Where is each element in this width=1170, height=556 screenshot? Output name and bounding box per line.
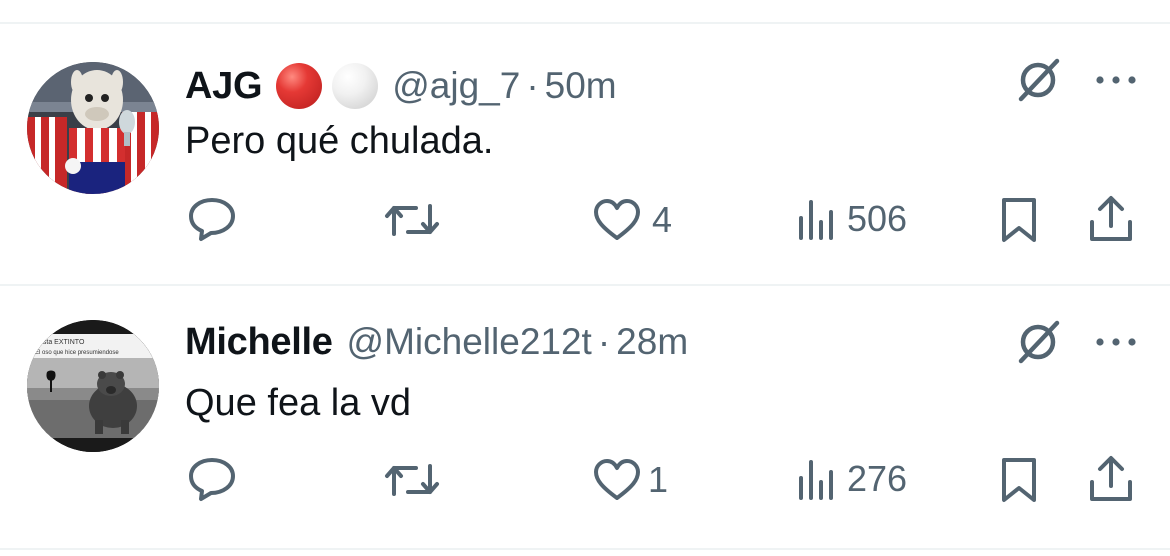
more-icon[interactable] — [1094, 70, 1138, 90]
timestamp[interactable]: 50m — [545, 65, 617, 107]
like-button[interactable]: 4 — [592, 198, 672, 242]
tweet[interactable]: AJG @ajg_7 · 50m Pero qué chulada. 4 506 — [0, 24, 1170, 286]
bookmark-icon — [1002, 458, 1036, 502]
share-icon — [1090, 196, 1132, 241]
grok-icon[interactable] — [1012, 316, 1064, 368]
like-count: 4 — [652, 199, 673, 240]
like-icon — [594, 459, 640, 500]
white-circle-emoji-icon — [332, 63, 379, 109]
views-icon — [799, 460, 833, 500]
view-count: 276 — [847, 458, 908, 499]
timestamp[interactable]: 28m — [616, 321, 688, 363]
display-name[interactable]: AJG — [185, 65, 263, 108]
reply-icon — [189, 458, 235, 501]
retweet-button[interactable] — [384, 458, 450, 502]
like-icon — [594, 199, 640, 240]
retweet-icon — [385, 464, 439, 496]
share-button[interactable] — [1088, 194, 1134, 244]
user-handle[interactable]: @ajg_7 — [392, 65, 520, 107]
share-icon — [1090, 456, 1132, 501]
tweet-header: Michelle @Michelle212t · 28m — [185, 320, 688, 364]
red-circle-emoji-icon — [276, 63, 323, 109]
display-name[interactable]: Michelle — [185, 321, 333, 364]
tweet-header: AJG @ajg_7 · 50m — [185, 63, 617, 109]
views-icon — [799, 200, 833, 240]
avatar[interactable] — [27, 62, 159, 194]
tweet-text: Pero qué chulada. — [185, 120, 494, 162]
bookmark-button[interactable] — [999, 456, 1039, 504]
reply-button[interactable] — [187, 456, 247, 502]
avatar-image: esta EXTINTO El oso que hice presumiendo… — [27, 320, 159, 452]
like-button[interactable]: 1 — [592, 458, 668, 502]
view-count: 506 — [847, 198, 908, 239]
tweet-feed: AJG @ajg_7 · 50m Pero qué chulada. 4 506… — [0, 0, 1170, 556]
more-icon[interactable] — [1094, 332, 1138, 352]
bookmark-icon — [1002, 198, 1036, 242]
retweet-button[interactable] — [384, 198, 450, 242]
share-button[interactable] — [1088, 454, 1134, 504]
bookmark-button[interactable] — [999, 196, 1039, 244]
reply-icon — [189, 198, 235, 241]
divider — [0, 548, 1170, 550]
reply-button[interactable] — [187, 196, 247, 242]
grok-icon[interactable] — [1012, 54, 1064, 106]
user-handle[interactable]: @Michelle212t — [347, 321, 592, 363]
like-count: 1 — [648, 459, 669, 500]
separator-dot: · — [597, 321, 611, 362]
avatar-image — [27, 62, 159, 194]
tweet-text: Que fea la vd — [185, 382, 412, 424]
tweet[interactable]: esta EXTINTO El oso que hice presumiendo… — [0, 286, 1170, 548]
retweet-icon — [385, 204, 439, 236]
separator-dot: · — [526, 65, 539, 106]
avatar[interactable]: esta EXTINTO El oso que hice presumiendo… — [27, 320, 159, 452]
views-button[interactable]: 506 — [797, 196, 907, 242]
avatar-caption-line2: El oso que hice presumiendose — [35, 350, 119, 356]
avatar-caption-line1: esta EXTINTO — [39, 339, 85, 346]
views-button[interactable]: 276 — [797, 456, 907, 502]
